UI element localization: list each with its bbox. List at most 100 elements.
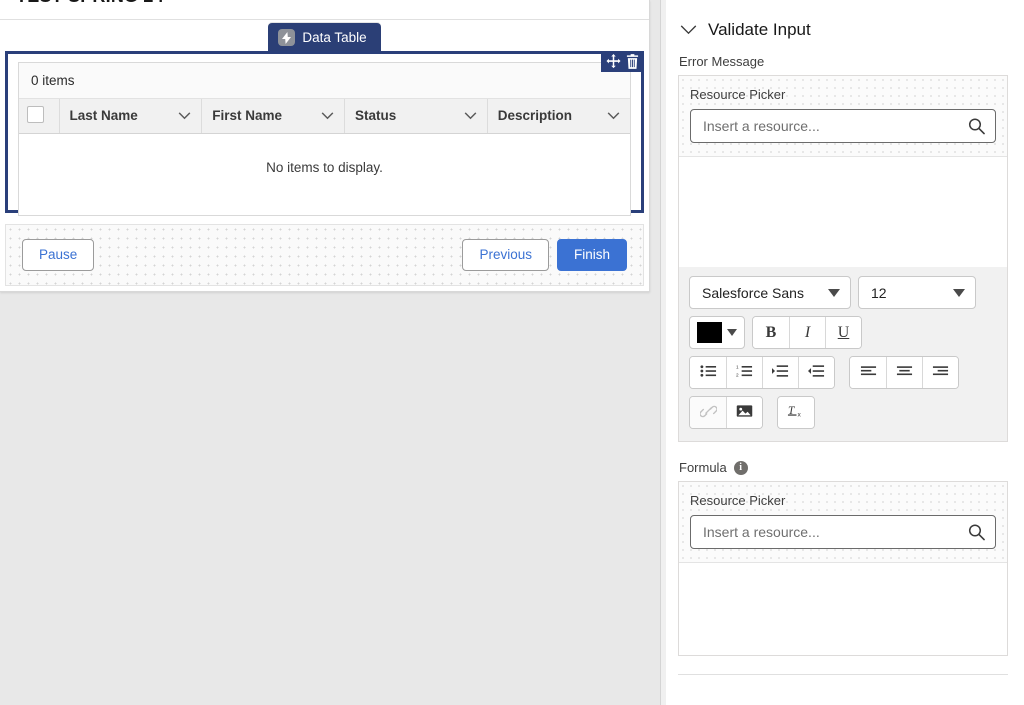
info-icon[interactable]: i bbox=[733, 460, 748, 475]
component-tab-strip: Data Table bbox=[0, 20, 649, 52]
numbered-list-button[interactable]: 1 2 bbox=[726, 357, 762, 388]
column-header-first-name[interactable]: First Name bbox=[201, 99, 345, 134]
flow-screen-card: TEST SPRING 24 Data Table bbox=[0, 0, 650, 292]
panel-divider bbox=[678, 674, 1008, 698]
insert-group bbox=[689, 396, 763, 429]
resource-picker-input[interactable]: Insert a resource... bbox=[690, 515, 996, 549]
link-button[interactable] bbox=[690, 397, 726, 428]
align-right-icon bbox=[932, 365, 949, 381]
flow-preview-canvas: TEST SPRING 24 Data Table bbox=[0, 0, 660, 705]
tab-label: Data Table bbox=[302, 30, 367, 45]
image-icon bbox=[736, 404, 753, 421]
selected-component-data-table[interactable]: 0 items Last Name First Name Status Desc… bbox=[5, 51, 644, 216]
chevron-down-icon bbox=[953, 288, 965, 297]
bulleted-list-icon bbox=[699, 364, 717, 381]
formula-resource-picker: Resource Picker Insert a resource... bbox=[679, 482, 1007, 563]
rich-text-toolbar: Salesforce Sans 12 B I U 1 2 T x bbox=[679, 267, 1007, 441]
label-text: Error Message bbox=[679, 54, 765, 69]
table-header-row: Last Name First Name Status Description bbox=[19, 99, 630, 134]
outdent-button[interactable] bbox=[798, 357, 834, 388]
select-all-checkbox[interactable] bbox=[27, 105, 44, 123]
app-root: TEST SPRING 24 Data Table bbox=[0, 0, 1024, 705]
chevron-down-icon[interactable] bbox=[680, 25, 697, 35]
align-right-button[interactable] bbox=[922, 357, 958, 388]
resource-picker-input[interactable]: Insert a resource... bbox=[690, 109, 996, 143]
font-family-select[interactable]: Salesforce Sans bbox=[689, 276, 851, 309]
font-size-value: 12 bbox=[871, 284, 887, 301]
remove-formatting-icon: T x bbox=[787, 403, 806, 422]
formula-textarea[interactable] bbox=[679, 563, 1007, 655]
remove-formatting-group: T x bbox=[777, 396, 815, 429]
toolbar-row-style: B I U bbox=[689, 316, 997, 349]
section-header-validate-input[interactable]: Validate Input bbox=[678, 0, 1008, 54]
empty-message: No items to display. bbox=[19, 133, 630, 215]
column-header-description[interactable]: Description bbox=[487, 99, 630, 134]
formula-editor: Resource Picker Insert a resource... bbox=[678, 481, 1008, 656]
bold-button[interactable]: B bbox=[753, 317, 789, 348]
flow-screen-title-bar: TEST SPRING 24 bbox=[0, 0, 649, 20]
tab-data-table[interactable]: Data Table bbox=[268, 23, 381, 52]
search-icon[interactable] bbox=[968, 524, 985, 541]
column-header-status[interactable]: Status bbox=[344, 99, 488, 134]
select-all-column bbox=[19, 99, 60, 134]
error-message-label: Error Message bbox=[679, 54, 1008, 69]
data-table: 0 items Last Name First Name Status Desc… bbox=[18, 62, 631, 216]
column-label: Description bbox=[497, 108, 573, 124]
column-header-last-name[interactable]: Last Name bbox=[59, 99, 203, 134]
outdent-icon bbox=[808, 364, 825, 381]
toolbar-row-font: Salesforce Sans 12 bbox=[689, 276, 997, 309]
table-empty-row: No items to display. bbox=[19, 133, 630, 215]
chevron-down-icon bbox=[828, 288, 840, 297]
formula-label: Formula i bbox=[679, 460, 1008, 475]
chevron-down-icon[interactable] bbox=[607, 112, 620, 120]
image-button[interactable] bbox=[726, 397, 762, 428]
column-label: Status bbox=[355, 108, 397, 124]
toolbar-row-lists-align: 1 2 bbox=[689, 356, 997, 389]
align-center-icon bbox=[896, 365, 913, 381]
page-title: TEST SPRING 24 bbox=[16, 0, 164, 7]
text-color-picker[interactable] bbox=[689, 316, 745, 349]
finish-button[interactable]: Finish bbox=[556, 239, 627, 271]
align-center-button[interactable] bbox=[886, 357, 922, 388]
indent-icon bbox=[772, 364, 789, 381]
list-indent-group: 1 2 bbox=[689, 356, 835, 389]
alignment-group bbox=[849, 356, 959, 389]
section-title: Validate Input bbox=[708, 20, 811, 39]
indent-button[interactable] bbox=[762, 357, 798, 388]
align-left-button[interactable] bbox=[850, 357, 886, 388]
bulleted-list-button[interactable] bbox=[690, 357, 726, 388]
rich-text-content-area[interactable] bbox=[679, 157, 1007, 267]
svg-text:x: x bbox=[797, 412, 801, 419]
link-icon bbox=[698, 404, 718, 422]
remove-formatting-button[interactable]: T x bbox=[778, 397, 814, 428]
italic-button[interactable]: I bbox=[789, 317, 825, 348]
items-count: 0 items bbox=[19, 63, 630, 99]
move-icon[interactable] bbox=[606, 54, 621, 69]
panel-scrollbar[interactable] bbox=[661, 0, 666, 705]
flow-footer: Pause Previous Finish bbox=[5, 224, 644, 286]
resource-picker-label: Resource Picker bbox=[690, 87, 786, 102]
resource-picker-placeholder: Insert a resource... bbox=[703, 118, 820, 134]
error-message-resource-picker: Resource Picker Insert a resource... bbox=[679, 76, 1007, 157]
previous-button[interactable]: Previous bbox=[462, 239, 549, 271]
lightning-bolt-icon bbox=[278, 29, 296, 46]
svg-text:2: 2 bbox=[736, 372, 739, 378]
chevron-down-icon[interactable] bbox=[464, 112, 477, 120]
toolbar-row-insert: T x bbox=[689, 396, 997, 429]
font-size-select[interactable]: 12 bbox=[858, 276, 976, 309]
underline-button[interactable]: U bbox=[825, 317, 861, 348]
chevron-down-icon[interactable] bbox=[178, 112, 191, 120]
font-family-value: Salesforce Sans bbox=[702, 284, 804, 301]
search-icon[interactable] bbox=[968, 118, 985, 135]
pause-button[interactable]: Pause bbox=[22, 239, 95, 271]
text-style-group: B I U bbox=[752, 316, 862, 349]
property-panel: Validate Input Error Message Resource Pi… bbox=[660, 0, 1024, 705]
trash-icon[interactable] bbox=[626, 54, 639, 69]
svg-text:1: 1 bbox=[736, 365, 739, 371]
label-text: Formula bbox=[679, 460, 727, 475]
align-left-icon bbox=[860, 365, 877, 381]
column-label: Last Name bbox=[69, 108, 138, 124]
component-action-bar bbox=[601, 51, 644, 72]
chevron-down-icon[interactable] bbox=[321, 112, 334, 120]
column-label: First Name bbox=[212, 108, 283, 124]
